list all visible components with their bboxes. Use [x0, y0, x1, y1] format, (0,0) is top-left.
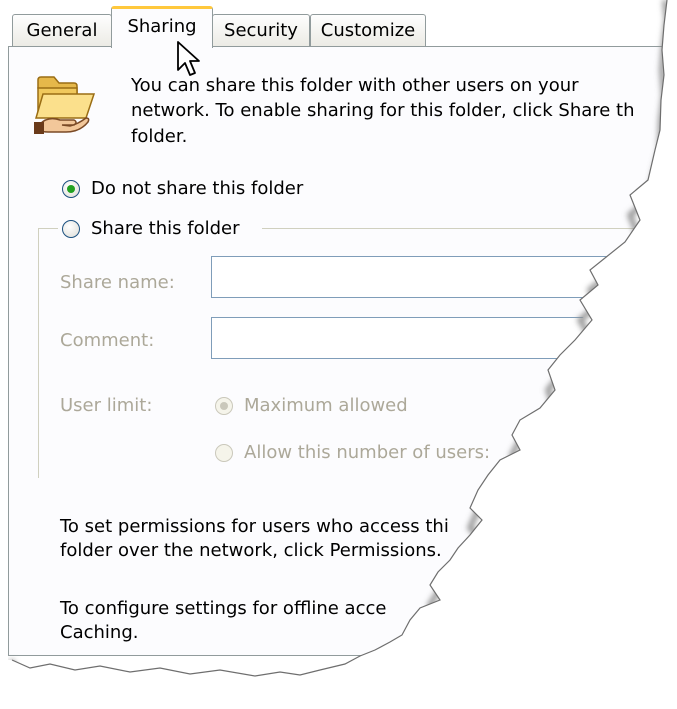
tab-sharing-label: Sharing — [127, 16, 197, 37]
group-frame-top-right — [262, 228, 677, 229]
maximum-allowed-label: Maximum allowed — [244, 395, 408, 416]
group-frame-left — [38, 228, 39, 478]
radio-selected-dot — [67, 185, 75, 193]
tab-security[interactable]: Security — [212, 14, 310, 46]
tab-security-label: Security — [224, 20, 298, 41]
share-name-label: Share name: — [60, 272, 175, 293]
intro-line-2: network. To enable sharing for this fold… — [131, 100, 635, 121]
radio-disabled-dot — [220, 402, 228, 410]
tab-general[interactable]: General — [12, 14, 112, 46]
comment-label: Comment: — [60, 330, 155, 351]
tab-customize[interactable]: Customize — [310, 14, 426, 46]
share-this-folder-radio[interactable] — [62, 220, 80, 238]
caching-text-line-1: To configure settings for offline acce — [60, 598, 387, 619]
user-limit-label: User limit: — [60, 395, 153, 416]
do-not-share-label[interactable]: Do not share this folder — [91, 178, 303, 200]
permissions-text-line-1: To set permissions for users who access … — [60, 516, 449, 537]
tab-general-label: General — [26, 20, 98, 41]
do-not-share-radio[interactable] — [62, 180, 80, 198]
share-this-folder-label[interactable]: Share this folder — [91, 218, 239, 240]
permissions-text-line-2: folder over the network, click Permissio… — [60, 540, 442, 561]
caching-text-line-2: Caching. — [60, 622, 139, 643]
allow-number-radio[interactable] — [215, 444, 233, 462]
maximum-allowed-radio[interactable] — [215, 397, 233, 415]
tab-customize-label: Customize — [320, 20, 416, 41]
folder-properties-dialog: General Sharing Security Customize You c… — [0, 0, 677, 709]
group-frame-top-left — [38, 228, 58, 229]
allow-number-label: Allow this number of users: — [244, 442, 491, 463]
share-name-field[interactable] — [211, 256, 677, 298]
shared-folder-icon — [34, 72, 98, 134]
intro-line-3: folder. — [131, 126, 188, 147]
mouse-pointer-icon — [176, 40, 202, 85]
tab-strip-divider — [8, 46, 677, 47]
comment-field[interactable] — [211, 317, 677, 359]
